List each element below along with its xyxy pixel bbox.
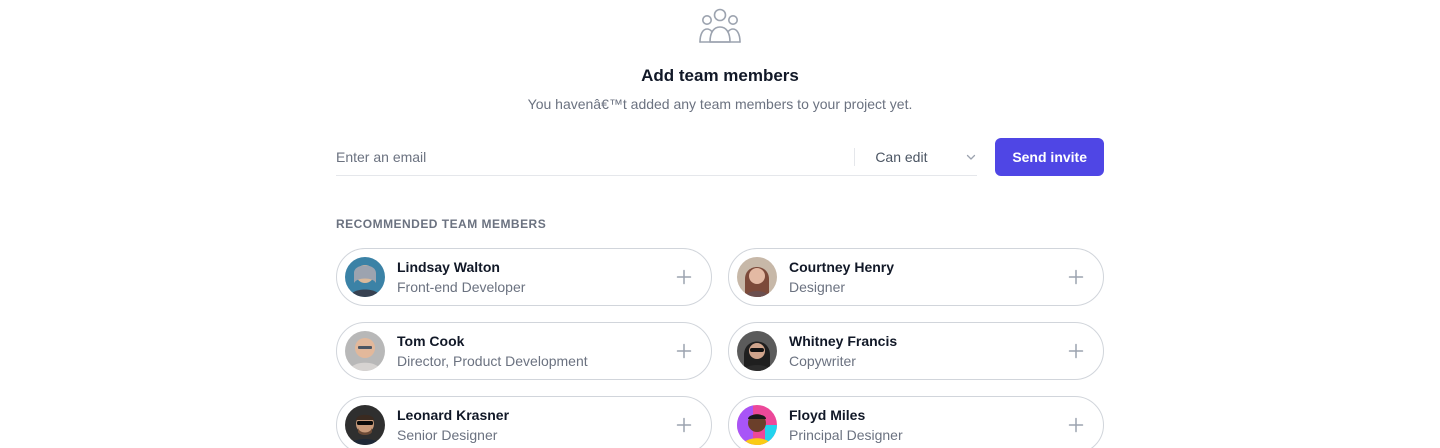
page-title: Add team members [641, 66, 799, 85]
avatar [737, 405, 777, 445]
avatar [345, 405, 385, 445]
member-card-floyd-miles[interactable]: Floyd Miles Principal Designer [728, 396, 1104, 448]
member-role: Principal Designer [789, 427, 903, 443]
plus-icon [1068, 343, 1084, 359]
add-team-members-panel: Add team members You havenâ€™t added any… [336, 0, 1104, 448]
member-name: Tom Cook [397, 333, 465, 349]
member-name: Courtney Henry [789, 259, 895, 275]
permission-select[interactable]: Can edit [875, 149, 977, 165]
member-role: Designer [789, 279, 846, 295]
avatar [737, 331, 777, 371]
member-name: Lindsay Walton [397, 259, 500, 275]
plus-icon [676, 343, 692, 359]
plus-icon [1068, 417, 1084, 433]
recommended-members-list: Lindsay Walton Front-end Developer Court… [336, 248, 1104, 448]
plus-icon [676, 269, 692, 285]
field-divider [854, 147, 856, 166]
invite-form: Can edit Send invite [336, 138, 1104, 176]
user-group-icon [699, 8, 741, 43]
member-name: Leonard Krasner [397, 407, 510, 423]
member-card-tom-cook[interactable]: Tom Cook Director, Product Development [336, 322, 712, 380]
plus-icon [1068, 269, 1084, 285]
member-card-leonard-krasner[interactable]: Leonard Krasner Senior Designer [336, 396, 712, 448]
permission-select-value: Can edit [875, 148, 928, 165]
avatar [345, 331, 385, 371]
page-subtitle: You havenâ€™t added any team members to … [527, 96, 913, 112]
member-role: Copywriter [789, 353, 856, 369]
member-card-lindsay-walton[interactable]: Lindsay Walton Front-end Developer [336, 248, 712, 306]
avatar [345, 257, 385, 297]
send-invite-button[interactable]: Send invite [995, 138, 1104, 176]
member-role: Senior Designer [397, 427, 498, 443]
email-field-wrapper: Can edit [336, 138, 978, 176]
member-role: Front-end Developer [397, 279, 526, 295]
email-input[interactable] [336, 146, 855, 167]
member-card-whitney-francis[interactable]: Whitney Francis Copywriter [728, 322, 1104, 380]
member-card-courtney-henry[interactable]: Courtney Henry Designer [728, 248, 1104, 306]
member-name: Floyd Miles [789, 407, 866, 423]
chevron-down-icon [967, 154, 976, 160]
member-name: Whitney Francis [789, 333, 898, 349]
member-role: Director, Product Development [397, 353, 588, 369]
recommended-heading: RECOMMENDED TEAM MEMBERS [336, 217, 547, 231]
avatar [737, 257, 777, 297]
plus-icon [676, 417, 692, 433]
empty-state-header: Add team members You havenâ€™t added any… [336, 6, 1104, 114]
